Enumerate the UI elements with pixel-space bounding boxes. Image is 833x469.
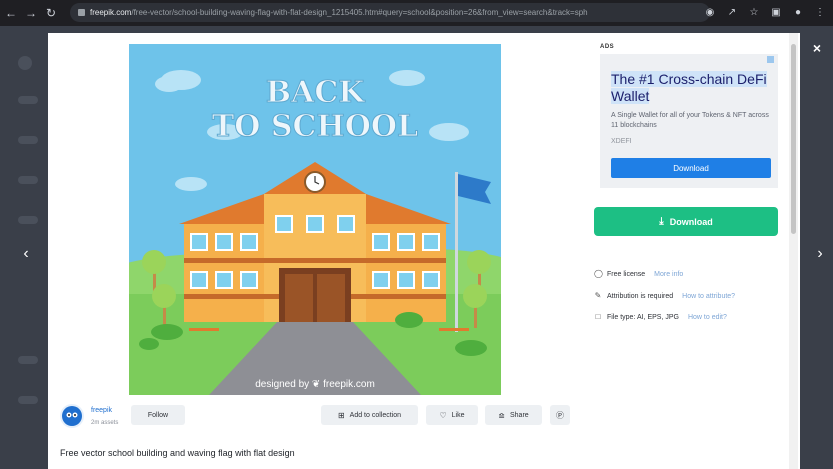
ad-choices-icon[interactable] [767, 56, 774, 63]
lock-icon [78, 9, 85, 16]
collection-icon: ⊞ [337, 410, 345, 420]
next-arrow-icon[interactable]: › [812, 246, 828, 262]
image-watermark: designed by ❦ freepik.com [255, 379, 375, 390]
bookmark-star-icon[interactable]: ☆ [747, 4, 761, 20]
url-path: /free-vector/school-building-waving-flag… [131, 8, 588, 17]
arrow-left-icon[interactable]: ← [2, 4, 20, 22]
download-label: Download [669, 216, 713, 227]
ad-download-button[interactable]: Download [611, 158, 771, 178]
share-page-icon[interactable]: ↗ [725, 4, 739, 20]
author-avatar[interactable] [60, 404, 84, 428]
download-icon: ⤓ [659, 216, 664, 227]
share-icon: ⪮ [498, 410, 505, 420]
browser-toolbar: ← → ↻ freepik.com /free-vector/school-bu… [0, 0, 833, 26]
reload-icon[interactable]: ↻ [42, 4, 60, 22]
ad-title[interactable]: The #1 Cross-chain DeFi Wallet [611, 71, 771, 105]
modal-scroll-thumb[interactable] [791, 44, 796, 234]
info-filetype: □ File type: AI, EPS, JPG How to edit? [595, 312, 727, 321]
follow-button[interactable]: Follow [131, 405, 185, 425]
preview-image[interactable]: BACK TO SCHOOL designed by ❦ freepik.com [129, 44, 501, 395]
info-attribution: ✎ Attribution is required How to attribu… [594, 291, 736, 300]
prev-arrow-icon[interactable]: ‹ [18, 246, 34, 262]
info-license: ◯ Free license More info [594, 269, 684, 278]
author-name[interactable]: freepik [91, 407, 112, 414]
profile-icon[interactable]: ● [791, 4, 805, 20]
heart-icon: ♡ [439, 410, 447, 420]
ad-brand: XDEFI [611, 138, 632, 145]
author-assets: 2m assets [91, 420, 119, 426]
how-to-edit-link[interactable]: How to edit? [688, 314, 727, 321]
pinterest-icon: Ⓟ [556, 410, 564, 420]
like-button[interactable]: ♡ Like [426, 405, 478, 425]
url-domain: freepik.com [90, 8, 132, 17]
ad-banner[interactable]: The #1 Cross-chain DeFi Wallet A Single … [600, 54, 778, 188]
close-icon[interactable]: × [809, 40, 825, 56]
more-info-link[interactable]: More info [654, 271, 683, 278]
headline-line1: BACK [266, 75, 366, 110]
share-button[interactable]: ⪮ Share [485, 405, 542, 425]
arrow-right-icon[interactable]: → [22, 4, 40, 22]
address-bar[interactable]: freepik.com /free-vector/school-building… [70, 3, 710, 22]
add-to-collection-button[interactable]: ⊞ Add to collection [321, 405, 418, 425]
file-icon: □ [595, 312, 601, 321]
shield-icon: ◯ [594, 269, 603, 278]
resource-title: Free vector school building and waving f… [60, 448, 295, 458]
ads-label: ADS [600, 44, 615, 50]
headline-line2: TO SCHOOL [212, 109, 418, 144]
extension-icon[interactable]: ◉ [703, 4, 717, 20]
how-to-attribute-link[interactable]: How to attribute? [682, 293, 735, 300]
pen-icon: ✎ [594, 291, 602, 300]
pinterest-button[interactable]: Ⓟ [550, 405, 570, 425]
ad-text: A Single Wallet for all of your Tokens &… [611, 112, 769, 129]
download-button[interactable]: ⤓ Download [594, 207, 778, 236]
sidebar-icon[interactable]: ▣ [769, 4, 783, 20]
menu-dots-icon[interactable]: ⋮ [813, 4, 827, 20]
